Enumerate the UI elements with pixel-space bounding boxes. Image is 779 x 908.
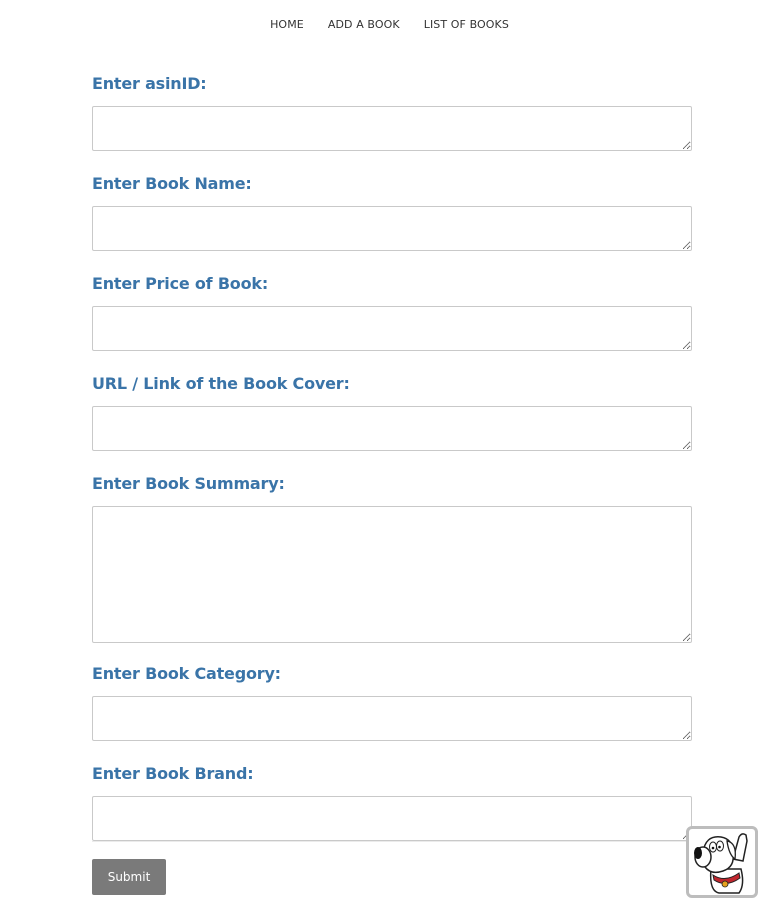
book-summary-label: Enter Book Summary: xyxy=(92,474,285,493)
top-nav: HOME ADD A BOOK LIST OF BOOKS xyxy=(0,17,779,33)
cartoon-dog-icon[interactable] xyxy=(686,826,758,898)
nav-list-of-books[interactable]: LIST OF BOOKS xyxy=(412,17,521,33)
book-category-label: Enter Book Category: xyxy=(92,664,281,683)
book-name-label: Enter Book Name: xyxy=(92,174,252,193)
book-category-field[interactable] xyxy=(92,696,692,741)
cartoon-dog-drawing xyxy=(694,833,748,894)
book-price-field[interactable] xyxy=(92,306,692,351)
nav-home[interactable]: HOME xyxy=(258,17,316,33)
book-cover-url-label: URL / Link of the Book Cover: xyxy=(92,374,350,393)
form-divider xyxy=(92,841,692,842)
add-book-form: Enter asinID: Enter Book Name: Enter Pri… xyxy=(92,72,692,841)
book-name-field[interactable] xyxy=(92,206,692,251)
book-summary-field[interactable] xyxy=(92,506,692,643)
book-cover-url-field[interactable] xyxy=(92,406,692,451)
nav-add-a-book[interactable]: ADD A BOOK xyxy=(316,17,412,33)
book-brand-label: Enter Book Brand: xyxy=(92,764,254,783)
book-price-label: Enter Price of Book: xyxy=(92,274,269,293)
asin-id-label: Enter asinID: xyxy=(92,74,207,93)
submit-button[interactable]: Submit xyxy=(92,859,166,895)
book-brand-field[interactable] xyxy=(92,796,692,841)
asin-id-field[interactable] xyxy=(92,106,692,151)
